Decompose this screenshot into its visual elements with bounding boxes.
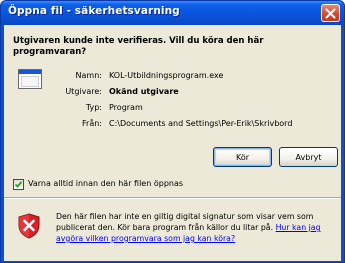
dialog-body: Utgivaren kunde inte verifieras. Vill du…	[4, 25, 341, 261]
detail-label: Namn:	[75, 71, 102, 80]
window-title: Öppna fil - säkerhetsvarning	[8, 5, 180, 17]
close-icon	[325, 8, 336, 18]
security-warning-dialog: Öppna fil - säkerhetsvarning Utgivaren k…	[0, 0, 345, 263]
always-warn-label: Varna alltid innan den här filen öppnas	[28, 179, 184, 188]
detail-label: Typ:	[85, 103, 102, 112]
publisher-value: Okänd utgivare	[109, 87, 179, 96]
detail-label: Från:	[82, 119, 102, 128]
title-bar[interactable]: Öppna fil - säkerhetsvarning	[1, 1, 344, 25]
file-type-value: Program	[109, 103, 143, 112]
cancel-button[interactable]: Avbryt	[279, 147, 338, 167]
checkmark-icon	[14, 181, 23, 188]
close-button[interactable]	[321, 4, 340, 22]
file-path-value: C:\Documents and Settings\Per-Erik\Skriv…	[109, 119, 293, 128]
detail-label: Utgivare:	[65, 87, 102, 96]
security-shield-icon	[18, 213, 40, 239]
warning-message: Den här filen har inte en giltig digital…	[56, 211, 336, 244]
details-panel: Utgivaren kunde inte verifieras. Vill du…	[4, 25, 341, 171]
always-warn-checkbox[interactable]	[13, 179, 24, 190]
question-text: Utgivaren kunde inte verifieras. Vill du…	[13, 36, 264, 57]
file-name-value: KOL-Utbildningsprogram.exe	[109, 71, 224, 80]
divider-highlight	[4, 198, 341, 199]
run-button[interactable]: Kör	[213, 147, 272, 167]
